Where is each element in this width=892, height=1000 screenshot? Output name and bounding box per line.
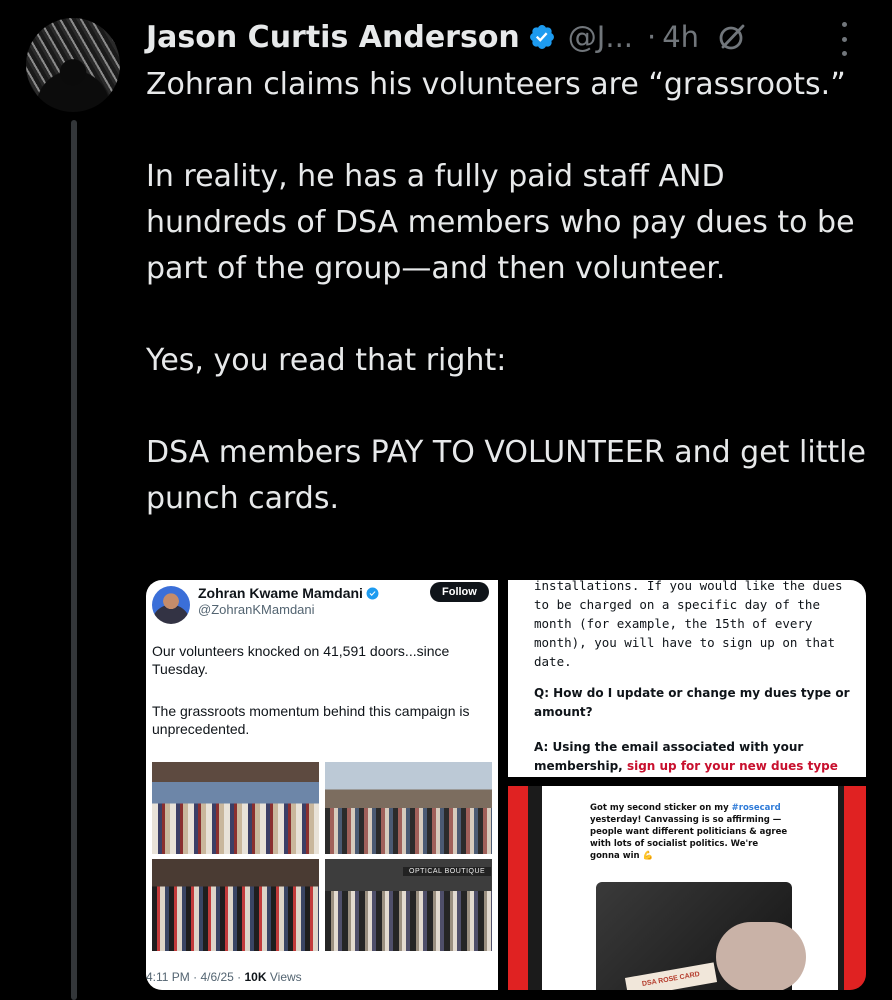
faq-question: Q: How do I update or change my dues typ… xyxy=(534,686,850,719)
tweet-time[interactable]: 4h xyxy=(662,20,699,54)
hand-shape xyxy=(716,922,806,990)
author-handle[interactable]: @J... xyxy=(568,20,633,54)
embedded-author-handle: @ZohranKMamdani xyxy=(198,602,315,617)
volunteer-photo xyxy=(152,762,319,854)
embedded-avatar xyxy=(152,586,190,624)
media-image-embedded-tweet[interactable]: Zohran Kwame Mamdani @ZohranKMamdani Fol… xyxy=(146,580,498,990)
store-sign: OPTICAL BOUTIQUE xyxy=(403,867,492,876)
embedded-tweet-text: The grassroots momentum behind this camp… xyxy=(152,703,470,737)
tweet-header: Jason Curtis Anderson @J... · 4h xyxy=(146,14,747,60)
embedded-tweet-text: Our volunteers knocked on 41,591 doors..… xyxy=(152,643,450,677)
more-icon[interactable] xyxy=(838,22,850,56)
tweet-paragraph: In reality, he has a fully paid staff AN… xyxy=(146,159,855,286)
embedded-author-name: Zohran Kwame Mamdani xyxy=(198,585,379,601)
media-image-rosecard[interactable]: Got my second sticker on my #rosecard ye… xyxy=(508,786,866,990)
verified-icon xyxy=(529,25,554,49)
faq-answer: A: Using the email associated with your … xyxy=(534,740,838,773)
volunteer-photo xyxy=(152,859,319,951)
author-avatar[interactable] xyxy=(26,18,120,112)
grok-icon[interactable] xyxy=(717,22,747,52)
tweet-paragraph: DSA members PAY TO VOLUNTEER and get lit… xyxy=(146,435,866,516)
red-border xyxy=(508,786,528,990)
rosecard-screenshot: Got my second sticker on my #rosecard ye… xyxy=(542,786,838,990)
tweet-paragraph: Zohran claims his volunteers are “grassr… xyxy=(146,67,846,102)
author-name[interactable]: Jason Curtis Anderson xyxy=(146,20,520,55)
media-image-faq[interactable]: installations. If you would like the due… xyxy=(508,580,866,777)
thread-line xyxy=(71,120,77,1000)
rosecard-post-text: Got my second sticker on my #rosecard ye… xyxy=(590,803,788,861)
follow-button[interactable]: Follow xyxy=(430,582,489,602)
tweet-paragraph: Yes, you read that right: xyxy=(146,343,507,378)
embedded-photo-grid: OPTICAL BOUTIQUE xyxy=(152,762,492,951)
embedded-tweet-meta: 4:11 PM · 4/6/25 · 10K Views xyxy=(146,970,302,984)
verified-icon xyxy=(366,587,379,600)
volunteer-photo: OPTICAL BOUTIQUE xyxy=(325,859,492,951)
tweet-text: Zohran claims his volunteers are “grassr… xyxy=(146,62,866,522)
volunteer-photo xyxy=(325,762,492,854)
red-border xyxy=(844,786,866,990)
media-grid: Zohran Kwame Mamdani @ZohranKMamdani Fol… xyxy=(146,580,866,990)
separator-dot: · xyxy=(647,20,657,54)
rosecard-photo: DSA ROSE CARD xyxy=(596,882,806,990)
faq-text: installations. If you would like the due… xyxy=(534,580,843,669)
rose-card: DSA ROSE CARD xyxy=(624,962,718,990)
